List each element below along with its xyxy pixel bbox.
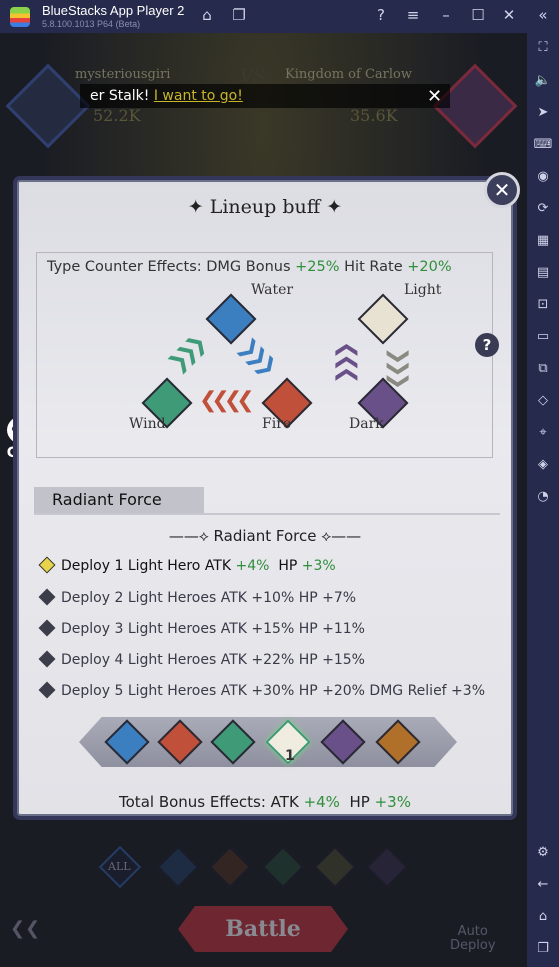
star-icon [38, 588, 56, 606]
counter-prefix: Type Counter Effects: DMG Bonus [47, 259, 291, 275]
light-element-icon [357, 293, 409, 345]
row-text: Deploy 4 Light Heroes ATK +22% HP +15% [61, 652, 365, 668]
radiant-force-tab[interactable]: Radiant Force [34, 487, 204, 513]
menu-icon[interactable]: ≡ [402, 6, 424, 24]
light-label: Light [404, 282, 442, 298]
auto-deploy-button[interactable]: Auto Deploy [450, 925, 496, 953]
minimize-icon[interactable]: – [435, 6, 457, 24]
copy-icon[interactable]: ⧉ [533, 359, 553, 379]
bonus-row: Deploy 4 Light Heroes ATK +22% HP +15% [38, 650, 365, 668]
help-icon[interactable]: ? [475, 333, 499, 357]
water-to-fire-arrow-icon: ❯❯❯ [233, 333, 278, 378]
row-hp-label: HP [278, 558, 298, 574]
notification-close-icon[interactable]: ✕ [427, 86, 442, 107]
star-icon [38, 681, 56, 699]
settings-icon[interactable]: ⚙ [533, 843, 553, 863]
row-text: Deploy 2 Light Heroes ATK +10% HP +7% [61, 590, 357, 606]
volume-icon[interactable]: 🔈 [533, 71, 553, 91]
right-player-name: Kingdom of Carlow [285, 67, 412, 82]
dark-label: Dark [349, 416, 384, 432]
collapse-sidebar-icon[interactable]: « [532, 6, 554, 24]
row-hp: +3% [301, 558, 336, 574]
notification-text: er Stalk! [90, 88, 150, 104]
right-sidebar: ⛶ 🔈 ➤ ⌨ ◉ ⟳ ▦ ▤ ⊡ ▭ ⧉ ◇ ⌖ ◈ ◔ ⚙ ← ⌂ ❐ [527, 33, 559, 967]
wind-to-water-arrow-icon: ❯❯❯ [163, 333, 208, 378]
row-text: Deploy 5 Light Heroes ATK +30% HP +20% D… [61, 683, 485, 699]
keyboard-icon[interactable]: ⌨ [533, 135, 553, 155]
home-icon[interactable]: ⌂ [196, 6, 218, 24]
total-atk: +4% [303, 793, 340, 811]
total-hp-label: HP [349, 793, 370, 811]
bonus-row: Deploy 3 Light Heroes ATK +15% HP +11% [38, 619, 365, 637]
back-icon[interactable]: ← [533, 875, 553, 895]
back-game-icon[interactable]: ❮❮ [10, 918, 40, 939]
lineup-buff-dialog: ✦ Lineup buff ✦ Type Counter Effects: DM… [17, 180, 513, 816]
close-dialog-button[interactable]: ✕ [484, 172, 520, 208]
dark-to-light-arrow-icon: ❯❯❯ [333, 346, 359, 385]
title-bar: BlueStacks App Player 2 5.8.100.1013 P64… [0, 0, 559, 33]
total-prefix: Total Bonus Effects: ATK [119, 793, 299, 811]
dialog-title-text: Lineup buff [209, 196, 321, 218]
app-title: BlueStacks App Player 2 [42, 3, 185, 18]
divider [34, 513, 500, 515]
go-link[interactable]: I want to go! [154, 88, 243, 104]
screenshot-icon[interactable]: ⊡ [533, 295, 553, 315]
hit-rate-label: Hit Rate [344, 259, 403, 275]
row-atk: +4% [235, 558, 270, 574]
type-counter-effects: Type Counter Effects: DMG Bonus +25% Hit… [47, 259, 452, 275]
fullscreen-icon[interactable]: ⛶ [533, 38, 553, 58]
pointer-icon[interactable]: ➤ [533, 103, 553, 123]
maximize-icon[interactable]: ☐ [467, 6, 489, 24]
record-icon[interactable]: ◉ [533, 167, 553, 187]
bonus-row-active: Deploy 1 Light Hero ATK +4% HP +3% [38, 556, 336, 574]
total-hp: +3% [374, 793, 411, 811]
auto-label: Auto [457, 924, 488, 939]
star-active-icon [38, 556, 56, 574]
bluestacks-logo [10, 7, 30, 27]
speed-icon[interactable]: ◔ [533, 487, 553, 507]
bonus-row: Deploy 2 Light Heroes ATK +10% HP +7% [38, 588, 357, 606]
location-icon[interactable]: ⌖ [533, 423, 553, 443]
battle-button[interactable]: Battle [178, 906, 348, 952]
close-window-icon[interactable]: ✕ [498, 6, 520, 24]
help-icon[interactable]: ? [370, 6, 392, 24]
hit-rate-value: +20% [407, 259, 452, 275]
selected-count: 1 [285, 748, 295, 764]
deploy-label: Deploy [450, 938, 496, 953]
macro-icon[interactable]: ▦ [533, 231, 553, 251]
notification-message: er Stalk! I want to go! [90, 88, 243, 104]
type-counter-panel: Type Counter Effects: DMG Bonus +25% Hit… [36, 252, 499, 458]
android-home-icon[interactable]: ⌂ [533, 907, 553, 927]
bonus-row: Deploy 5 Light Heroes ATK +30% HP +20% D… [38, 681, 485, 699]
filter-all-label: ALL [108, 860, 131, 873]
row-text: Deploy 3 Light Heroes ATK +15% HP +11% [61, 621, 365, 637]
star-icon [38, 650, 56, 668]
multi-instance-icon[interactable]: ❐ [228, 6, 250, 24]
fire-label: Fire [262, 416, 292, 432]
right-power: 35.6K [350, 106, 398, 125]
erase-icon[interactable]: ◇ [533, 391, 553, 411]
dialog-title: ✦ Lineup buff ✦ [187, 196, 343, 218]
star-icon [38, 619, 56, 637]
layers-icon[interactable]: ◈ [533, 455, 553, 475]
light-to-dark-arrow-icon: ❯❯❯ [386, 346, 412, 385]
fire-to-wind-arrow-icon: ❮❮❮❮ [199, 388, 255, 413]
rotate-icon[interactable]: ⟳ [533, 199, 553, 219]
wind-label: Wind [129, 416, 166, 432]
section-title-text: Radiant Force [213, 527, 317, 545]
section-title: ——⟡ Radiant Force ⟡—— [168, 527, 362, 545]
left-player-name: mysteriousgiri [75, 67, 171, 82]
folder-icon[interactable]: ▭ [533, 327, 553, 347]
recent-apps-icon[interactable]: ❐ [533, 939, 553, 959]
water-label: Water [251, 282, 294, 298]
app-version: 5.8.100.1013 P64 (Beta) [42, 19, 141, 29]
left-power: 52.2K [93, 106, 141, 125]
row-text: Deploy 1 Light Hero ATK [61, 558, 232, 574]
dmg-bonus-value: +25% [295, 259, 340, 275]
apk-icon[interactable]: ▤ [533, 263, 553, 283]
total-bonus: Total Bonus Effects: ATK +4% HP +3% [19, 793, 511, 811]
